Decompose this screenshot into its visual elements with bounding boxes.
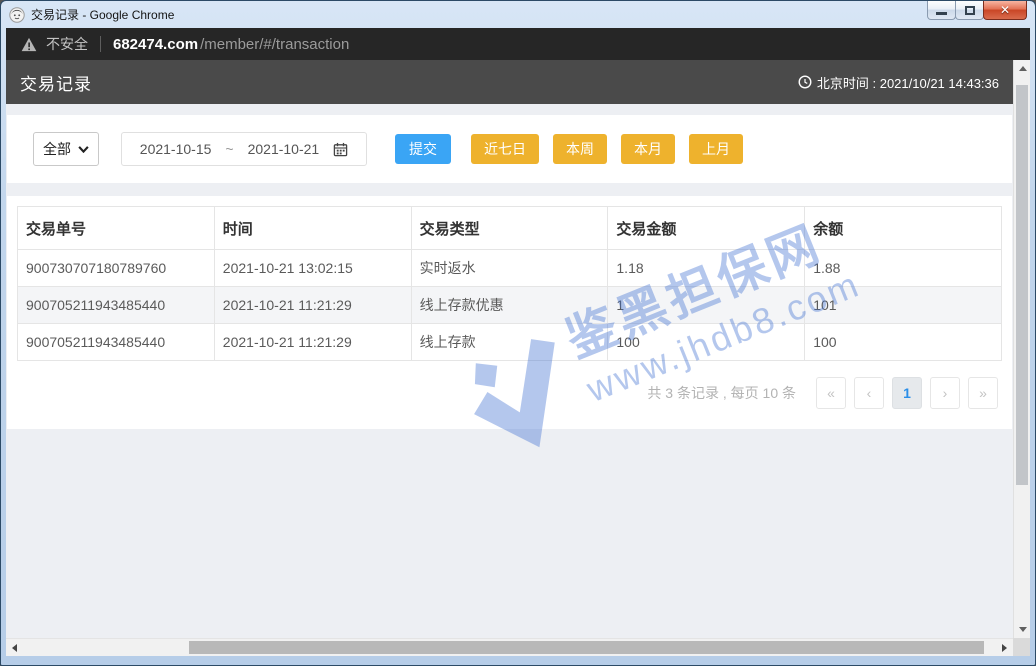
arrow-right-icon <box>1002 644 1007 652</box>
minimize-icon <box>936 12 947 15</box>
filter-panel: 全部 2021-10-15 ~ 2021-10-21 <box>7 115 1012 183</box>
table-row: 9007052119434854402021-10-21 11:21:29线上存… <box>18 324 1002 361</box>
column-header: 交易类型 <box>411 207 608 250</box>
table-row: 9007052119434854402021-10-21 11:21:29线上存… <box>18 287 1002 324</box>
quick-filter-last-month[interactable]: 上月 <box>689 134 743 164</box>
chevron-down-icon <box>78 146 89 153</box>
table-cell: 2021-10-21 11:21:29 <box>214 324 411 361</box>
horizontal-scrollbar[interactable] <box>6 638 1013 656</box>
url-path: /member/#/transaction <box>200 36 349 53</box>
restore-icon <box>965 6 975 15</box>
column-header: 交易单号 <box>18 207 215 250</box>
table-cell: 线上存款优惠 <box>411 287 608 324</box>
arrow-up-icon <box>1019 66 1027 71</box>
date-range-separator: ~ <box>225 141 233 157</box>
horizontal-scrollbar-thumb[interactable] <box>189 641 984 654</box>
pagination-prev-button[interactable]: ‹ <box>854 377 884 409</box>
calendar-icon <box>333 142 348 157</box>
window-controls: ✕ <box>928 1 1027 20</box>
quick-filter-this-month[interactable]: 本月 <box>621 134 675 164</box>
beijing-time-label: 北京时间 : 2021/10/21 14:43:36 <box>817 73 999 92</box>
scroll-down-button[interactable] <box>1014 621 1031 638</box>
page-header: 交易记录 北京时间 : 2021/10/21 14:43:36 <box>6 60 1013 104</box>
transaction-table: 交易单号时间交易类型交易金额余额 9007307071807897602021-… <box>17 206 1002 361</box>
address-separator <box>100 36 101 52</box>
arrow-left-icon <box>12 644 17 652</box>
vertical-scrollbar[interactable] <box>1013 60 1030 638</box>
transaction-table-body: 9007307071807897602021-10-21 13:02:15实时返… <box>18 250 1002 361</box>
quick-filter-last7days[interactable]: 近七日 <box>471 134 539 164</box>
table-cell: 101 <box>805 287 1002 324</box>
pagination-next-button[interactable]: › <box>930 377 960 409</box>
table-cell: 2021-10-21 13:02:15 <box>214 250 411 287</box>
transaction-type-value: 全部 <box>43 139 71 159</box>
table-cell: 900705211943485440 <box>18 324 215 361</box>
clock-icon <box>798 75 812 89</box>
table-cell: 100 <box>805 324 1002 361</box>
table-cell: 100 <box>608 324 805 361</box>
window-title: 交易记录 - Google Chrome <box>31 6 174 23</box>
pagination-page-1-button[interactable]: 1 <box>892 377 922 409</box>
browser-window: 交易记录 - Google Chrome ✕ 不安全 682474.com/me… <box>0 0 1036 666</box>
table-cell: 实时返水 <box>411 250 608 287</box>
transaction-type-select[interactable]: 全部 <box>33 132 99 166</box>
scroll-up-button[interactable] <box>1014 60 1031 77</box>
transaction-table-panel: 交易单号时间交易类型交易金额余额 9007307071807897602021-… <box>7 196 1012 429</box>
date-to-value: 2021-10-21 <box>248 141 320 157</box>
table-cell: 2021-10-21 11:21:29 <box>214 287 411 324</box>
site-favicon-icon <box>9 7 25 23</box>
date-from-value: 2021-10-15 <box>140 141 212 157</box>
table-cell: 1.18 <box>608 250 805 287</box>
window-titlebar: 交易记录 - Google Chrome <box>1 1 1035 28</box>
restore-button[interactable] <box>955 1 984 20</box>
scrollbar-corner <box>1013 638 1030 656</box>
table-cell: 900705211943485440 <box>18 287 215 324</box>
pagination-first-button[interactable]: « <box>816 377 846 409</box>
table-cell: 1.88 <box>805 250 1002 287</box>
scroll-right-button[interactable] <box>996 639 1013 656</box>
beijing-time: 北京时间 : 2021/10/21 14:43:36 <box>798 73 999 92</box>
url-domain: 682474.com <box>113 36 198 53</box>
column-header: 交易金额 <box>608 207 805 250</box>
not-secure-warning-icon <box>21 37 37 52</box>
address-bar[interactable]: 不安全 682474.com/member/#/transaction <box>6 28 1030 60</box>
column-header: 余额 <box>805 207 1002 250</box>
table-header-row: 交易单号时间交易类型交易金额余额 <box>18 207 1002 250</box>
submit-button[interactable]: 提交 <box>395 134 451 164</box>
page: 交易记录 北京时间 : 2021/10/21 14:43:36 全部 <box>6 60 1013 638</box>
arrow-down-icon <box>1019 627 1027 632</box>
scroll-left-button[interactable] <box>6 639 23 656</box>
table-footer: 共 3 条记录 , 每页 10 条 « ‹ 1 › » <box>17 361 1002 429</box>
column-header: 时间 <box>214 207 411 250</box>
minimize-button[interactable] <box>927 1 956 20</box>
table-row: 9007307071807897602021-10-21 13:02:15实时返… <box>18 250 1002 287</box>
date-range-input[interactable]: 2021-10-15 ~ 2021-10-21 <box>121 132 367 166</box>
quick-filter-this-week[interactable]: 本周 <box>553 134 607 164</box>
pagination-last-button[interactable]: » <box>968 377 998 409</box>
page-title: 交易记录 <box>20 70 92 95</box>
close-icon: ✕ <box>1000 3 1010 17</box>
table-cell: 1 <box>608 287 805 324</box>
content-area: 全部 2021-10-15 ~ 2021-10-21 <box>6 104 1013 638</box>
security-label[interactable]: 不安全 <box>46 34 88 54</box>
vertical-scrollbar-thumb[interactable] <box>1016 85 1028 485</box>
close-button[interactable]: ✕ <box>983 1 1027 20</box>
table-cell: 线上存款 <box>411 324 608 361</box>
table-cell: 900730707180789760 <box>18 250 215 287</box>
records-summary: 共 3 条记录 , 每页 10 条 <box>647 383 796 403</box>
